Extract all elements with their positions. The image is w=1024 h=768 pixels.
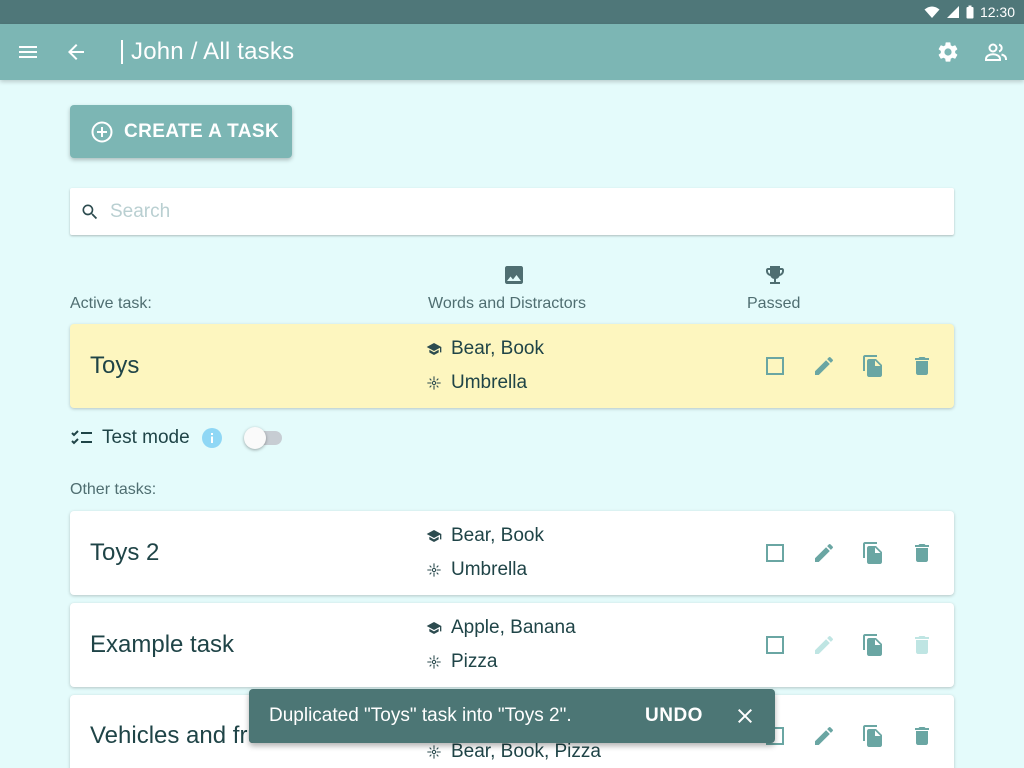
task-name: Example task bbox=[90, 631, 235, 658]
trophy-icon bbox=[763, 263, 787, 287]
task-distractors: Umbrella bbox=[426, 372, 527, 394]
signal-icon bbox=[946, 6, 959, 18]
battery-icon bbox=[966, 5, 974, 19]
task-words-text: Bear, Book bbox=[451, 525, 544, 546]
toggle-knob bbox=[244, 427, 266, 449]
task-card[interactable]: Toys 2 Bear, Book Umbrella bbox=[70, 511, 954, 595]
status-time: 12:30 bbox=[979, 4, 1015, 20]
graduation-cap-icon bbox=[426, 343, 442, 355]
edit-pencil-icon[interactable] bbox=[812, 724, 836, 748]
edit-pencil-icon[interactable] bbox=[812, 541, 836, 565]
status-bar: 12:30 bbox=[0, 0, 1024, 24]
distractor-sparkle-icon bbox=[427, 563, 441, 577]
test-mode-toggle[interactable] bbox=[244, 427, 284, 449]
search-bar bbox=[70, 188, 954, 235]
add-circle-icon bbox=[91, 121, 113, 142]
duplicate-copy-icon[interactable] bbox=[861, 354, 885, 378]
distractor-sparkle-icon bbox=[427, 655, 441, 669]
search-icon bbox=[82, 204, 98, 219]
active-task-card[interactable]: Toys Bear, Book Umbrella bbox=[70, 324, 954, 408]
active-task-label: Active task: bbox=[70, 295, 152, 312]
title-field[interactable]: John / All tasks bbox=[121, 38, 294, 66]
passed-checkbox[interactable] bbox=[763, 541, 787, 565]
delete-trash-icon[interactable] bbox=[910, 724, 934, 748]
snackbar: Duplicated "Toys" task into "Toys 2". UN… bbox=[249, 689, 775, 743]
test-mode-label: Test mode bbox=[102, 427, 190, 448]
task-words-text: Apple, Banana bbox=[451, 617, 576, 638]
task-name: Toys 2 bbox=[90, 539, 160, 566]
task-distractors: Umbrella bbox=[426, 559, 527, 581]
delete-trash-icon[interactable] bbox=[910, 541, 934, 565]
snackbar-message: Duplicated "Toys" task into "Toys 2". bbox=[269, 705, 572, 726]
settings-gear-icon[interactable] bbox=[936, 40, 960, 64]
close-icon[interactable] bbox=[733, 704, 757, 728]
duplicate-copy-icon[interactable] bbox=[861, 724, 885, 748]
edit-pencil-icon[interactable] bbox=[812, 354, 836, 378]
task-words-text: Bear, Book bbox=[451, 338, 544, 359]
task-distractors-text: Umbrella bbox=[451, 372, 528, 393]
task-words: Bear, Book bbox=[426, 338, 544, 360]
menu-icon[interactable] bbox=[16, 40, 40, 64]
create-task-button[interactable]: CREATE A TASK bbox=[70, 105, 292, 158]
people-icon[interactable] bbox=[984, 40, 1008, 64]
task-words: Bear, Book bbox=[426, 525, 544, 547]
passed-checkbox[interactable] bbox=[763, 633, 787, 657]
search-input[interactable] bbox=[110, 200, 910, 223]
duplicate-copy-icon[interactable] bbox=[861, 633, 885, 657]
task-distractors-text: Pizza bbox=[451, 651, 498, 672]
graduation-cap-icon bbox=[426, 622, 442, 634]
text-cursor bbox=[121, 40, 123, 64]
task-distractors-text: Umbrella bbox=[451, 559, 528, 580]
graduation-cap-icon bbox=[426, 530, 442, 542]
create-task-label: CREATE A TASK bbox=[124, 120, 280, 142]
info-icon[interactable] bbox=[201, 428, 222, 448]
words-distractors-header: Words and Distractors bbox=[428, 295, 586, 312]
app-bar: John / All tasks bbox=[0, 24, 1024, 80]
test-mode-row: Test mode bbox=[70, 426, 222, 450]
page-title: John / All tasks bbox=[131, 38, 295, 65]
task-distractors-text: Bear, Book, Pizza bbox=[451, 741, 601, 762]
checklist-icon bbox=[71, 430, 92, 445]
task-name: Toys bbox=[90, 352, 140, 379]
distractor-sparkle-icon bbox=[427, 745, 441, 759]
duplicate-copy-icon[interactable] bbox=[861, 541, 885, 565]
delete-trash-icon bbox=[910, 633, 934, 657]
distractor-sparkle-icon bbox=[427, 376, 441, 390]
passed-header: Passed bbox=[747, 295, 801, 312]
image-icon bbox=[502, 263, 526, 287]
back-arrow-icon[interactable] bbox=[64, 40, 88, 64]
delete-trash-icon[interactable] bbox=[910, 354, 934, 378]
wifi-icon bbox=[924, 6, 940, 18]
edit-pencil-icon bbox=[812, 633, 836, 657]
undo-button[interactable]: UNDO bbox=[645, 705, 703, 727]
task-words: Apple, Banana bbox=[426, 617, 576, 639]
task-distractors: Pizza bbox=[426, 651, 497, 673]
task-distractors: Bear, Book, Pizza bbox=[426, 741, 601, 763]
passed-checkbox[interactable] bbox=[763, 354, 787, 378]
other-tasks-label: Other tasks: bbox=[70, 481, 157, 498]
task-card[interactable]: Example task Apple, Banana Pizza bbox=[70, 603, 954, 687]
